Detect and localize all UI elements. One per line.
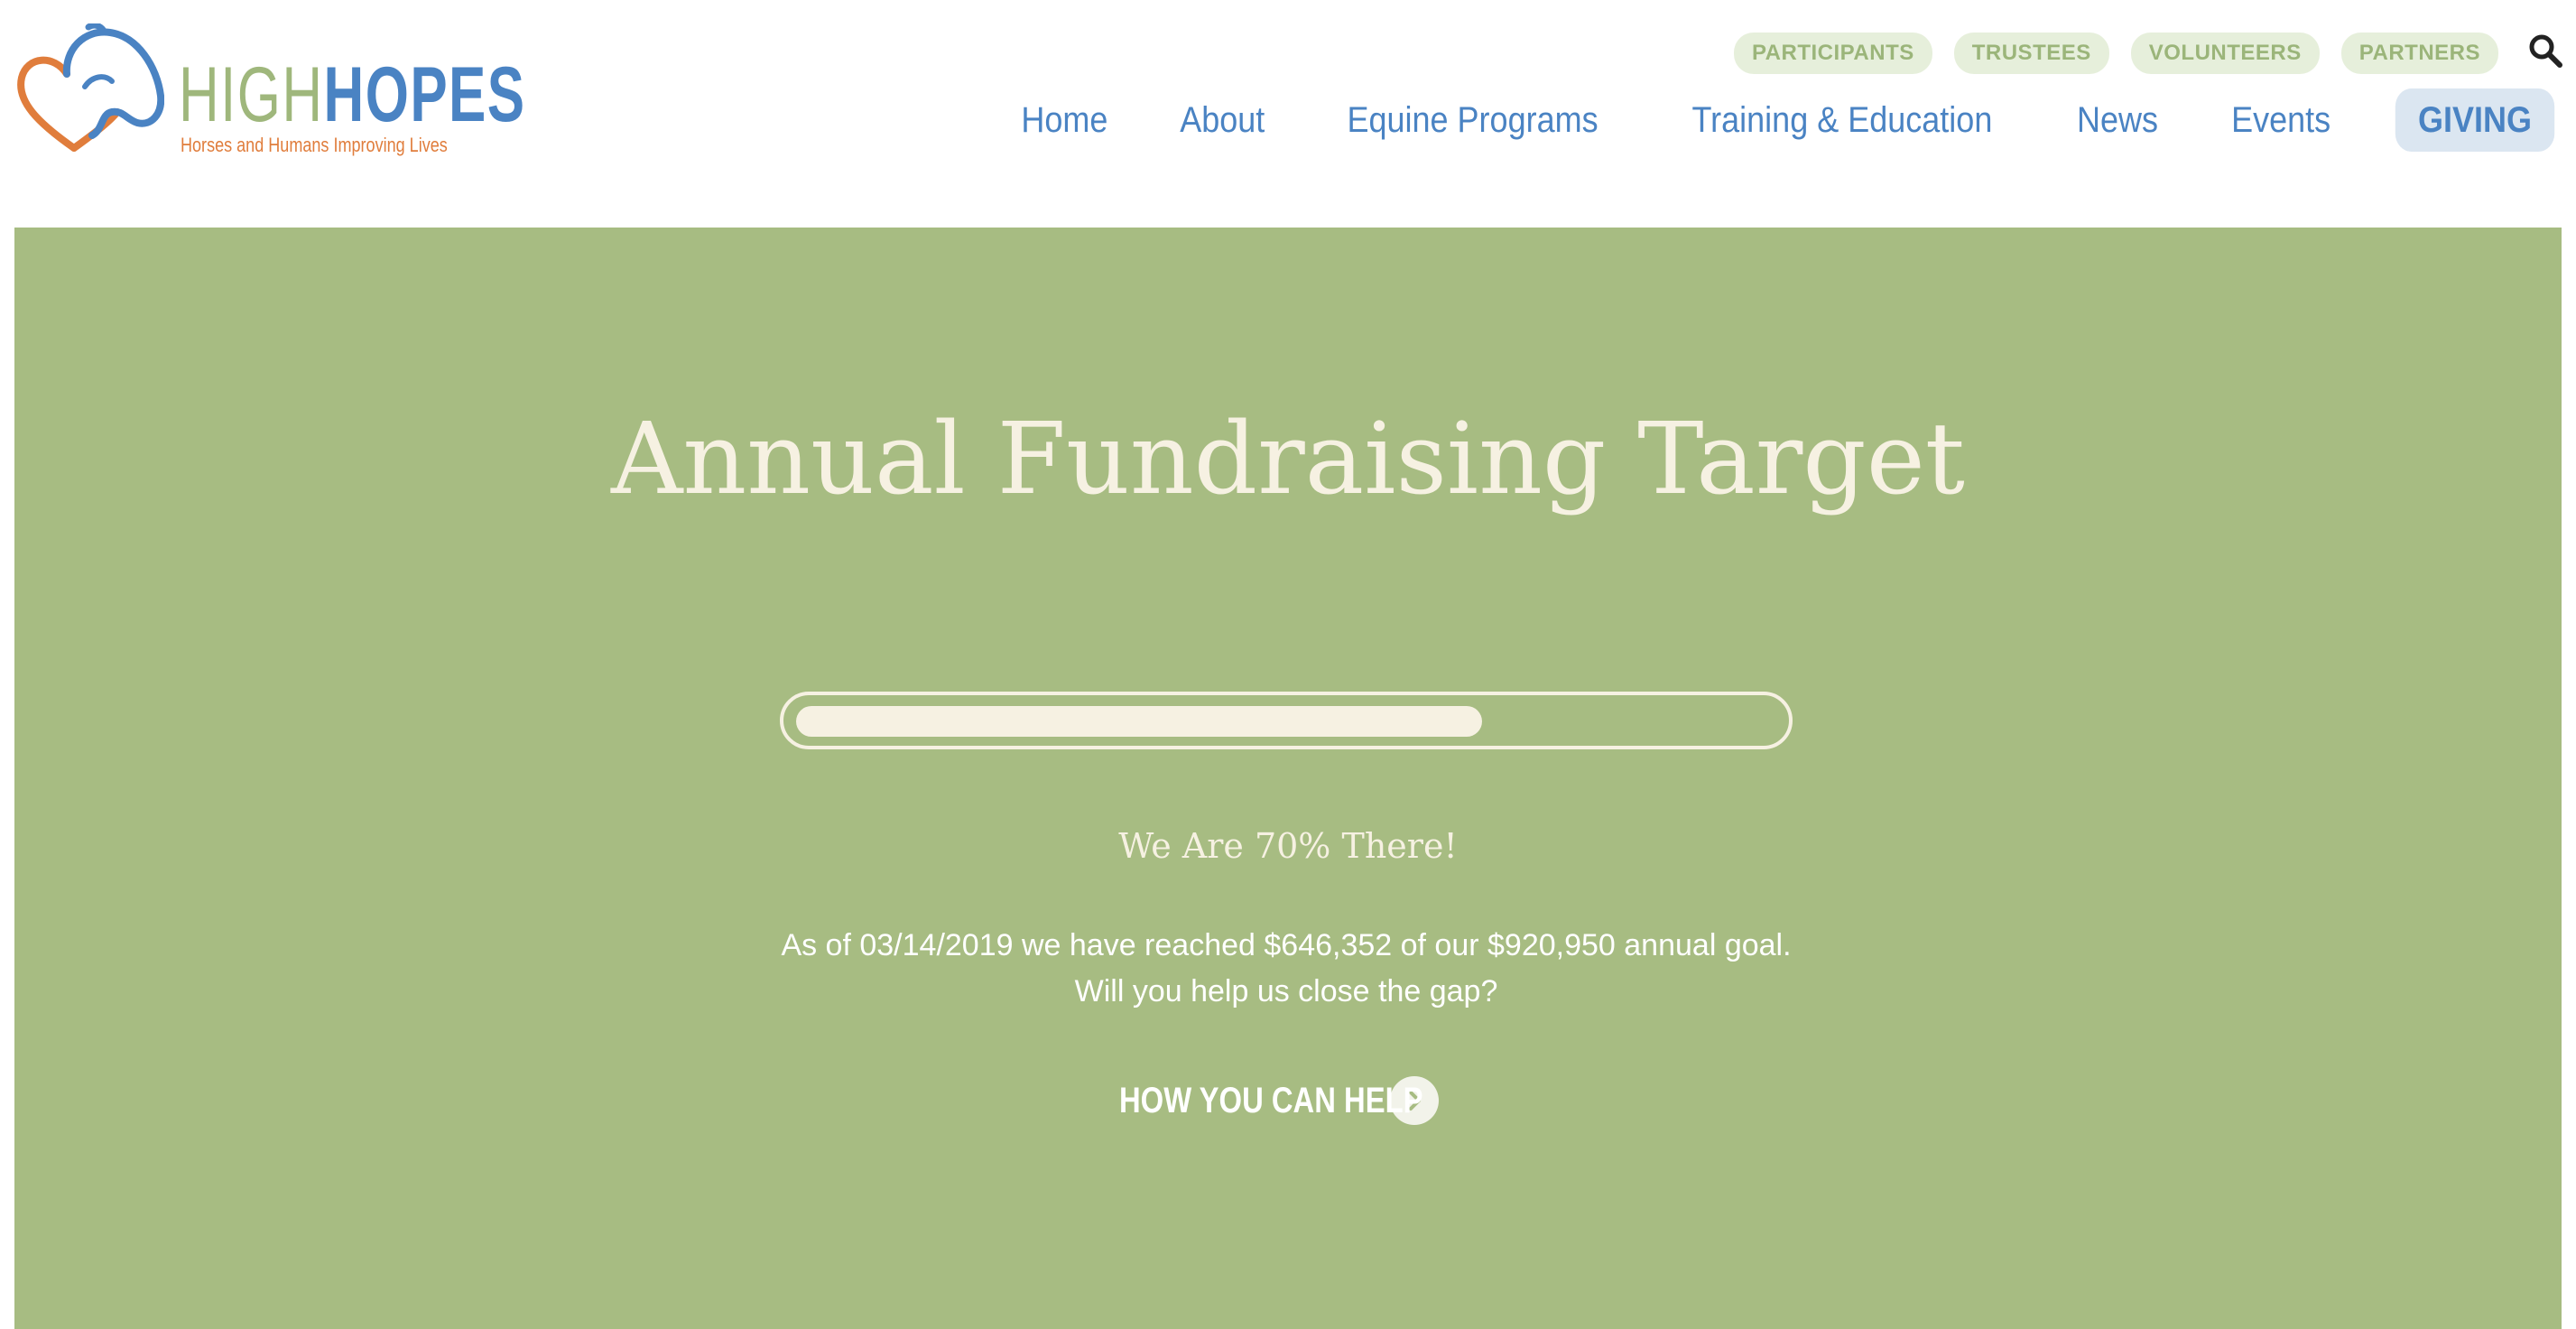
horse-heart-logo-icon <box>17 23 164 152</box>
nav-equine-programs[interactable]: Equine Programs <box>1347 88 1598 152</box>
nav-events[interactable]: Events <box>2231 88 2330 152</box>
cta-label: HOW YOU CAN HELP <box>1119 1080 1423 1120</box>
logo-tagline: Horses and Humans Improving Lives <box>181 134 448 156</box>
nav-home[interactable]: Home <box>1021 88 1107 152</box>
utility-links: PARTICIPANTS TRUSTEES VOLUNTEERS PARTNER… <box>1733 33 2498 74</box>
how-you-can-help-button[interactable]: HOW YOU CAN HELP <box>1119 1076 1439 1125</box>
fundraising-hero: Annual Fundraising Target We Are 70% The… <box>14 228 2562 1329</box>
utility-link-volunteers[interactable]: VOLUNTEERS <box>2130 33 2320 74</box>
nav-about[interactable]: About <box>1180 88 1265 152</box>
nav-news[interactable]: News <box>2077 88 2158 152</box>
progress-description: As of 03/14/2019 we have reached $646,35… <box>781 928 1792 1008</box>
progress-bar-fill <box>796 706 1482 737</box>
utility-link-trustees[interactable]: TRUSTEES <box>1953 33 2109 74</box>
utility-link-partners[interactable]: PARTNERS <box>2340 33 2498 74</box>
logo-text-hopes: HOPES <box>323 51 526 138</box>
site-header: HIGHHOPES Horses and Humans Improving Li… <box>0 0 2576 226</box>
nav-training-education[interactable]: Training & Education <box>1691 88 1992 152</box>
hero-title: Annual Fundraising Target <box>610 401 1966 516</box>
fundraising-progress-bar <box>780 692 1793 749</box>
search-icon[interactable] <box>2527 33 2563 69</box>
main-navigation: Home About Equine Programs Training & Ed… <box>953 88 2563 152</box>
utility-link-participants[interactable]: PARTICIPANTS <box>1733 33 1932 74</box>
progress-subtitle: We Are 70% There! <box>1118 826 1458 866</box>
nav-giving[interactable]: GIVING <box>2395 88 2555 152</box>
logo-link[interactable]: HIGHHOPES Horses and Humans Improving Li… <box>11 23 524 159</box>
logo-wordmark: HIGHHOPES <box>179 56 526 134</box>
logo-text-high: HIGH <box>179 51 324 138</box>
